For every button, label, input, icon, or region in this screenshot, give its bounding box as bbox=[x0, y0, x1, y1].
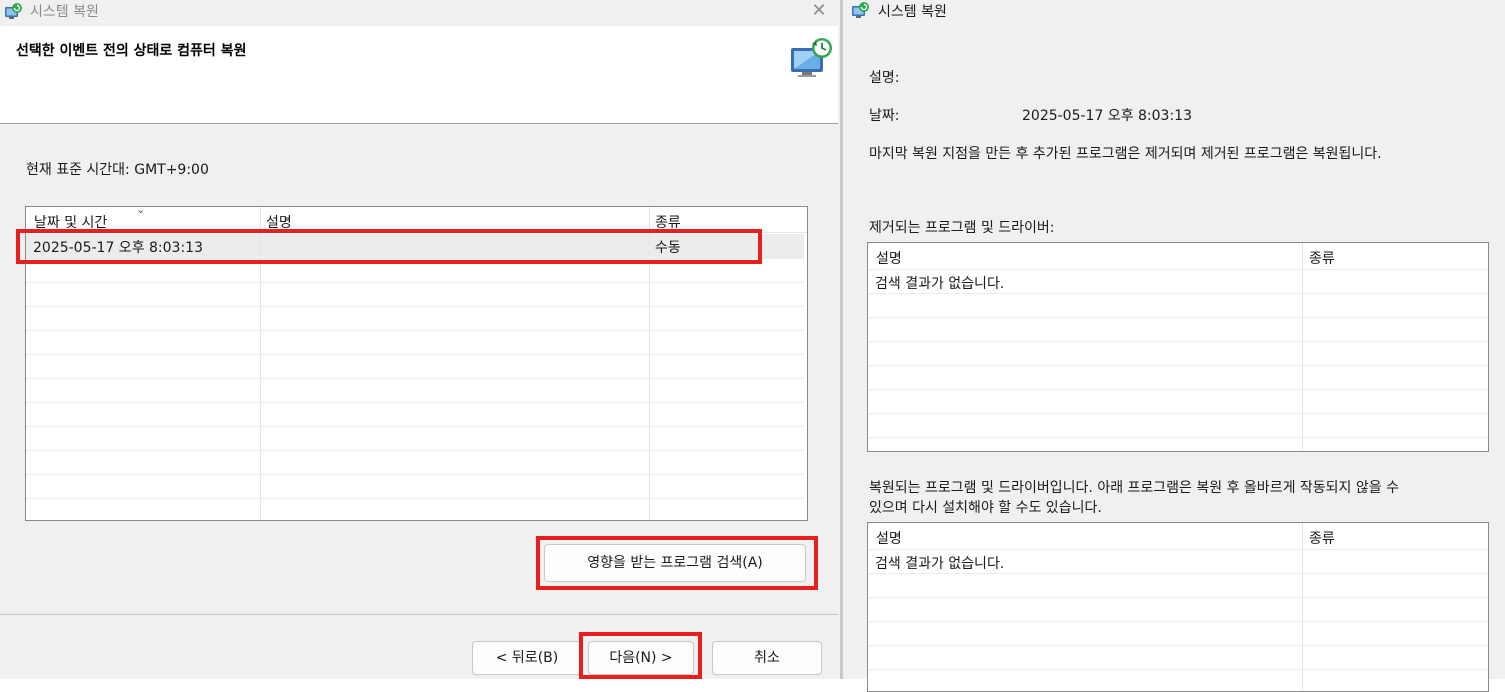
sort-arrow-icon: ⌄ bbox=[136, 206, 146, 216]
column-header-description[interactable]: 설명 bbox=[266, 212, 292, 232]
affected-programs-window: 시스템 복원 설명: 날짜: 2025-05-17 오후 8:03:13 마지막… bbox=[843, 0, 1505, 692]
row-divider bbox=[26, 378, 804, 379]
row-divider bbox=[868, 669, 1488, 670]
table-row[interactable]: 2025-05-17 오후 8:03:13 수동 bbox=[26, 234, 804, 258]
restored-programs-list[interactable]: 설명 종류 검색 결과가 없습니다. bbox=[867, 522, 1489, 692]
system-restore-icon bbox=[852, 2, 869, 18]
row-date: 2025-05-17 오후 8:03:13 bbox=[33, 240, 203, 256]
back-button[interactable]: < 뒤로(B) bbox=[472, 641, 582, 675]
window-title: 시스템 복원 bbox=[30, 4, 99, 20]
window-title: 시스템 복원 bbox=[878, 4, 947, 20]
row-divider bbox=[26, 402, 804, 403]
row-divider bbox=[868, 341, 1488, 342]
date-label: 날짜: bbox=[869, 108, 900, 124]
empty-result-text: 검색 결과가 없습니다. bbox=[875, 276, 1005, 292]
list-header: 날짜 및 시간 ⌄ 설명 종류 bbox=[26, 207, 807, 233]
footer-separator bbox=[0, 614, 838, 615]
close-button[interactable]: ✕ bbox=[810, 1, 828, 21]
column-header-type[interactable]: 종류 bbox=[1309, 248, 1335, 268]
monitor-restore-icon bbox=[791, 38, 832, 77]
page-title: 선택한 이벤트 전의 상태로 컴퓨터 복원 bbox=[16, 43, 247, 59]
timezone-label: 현재 표준 시간대: GMT+9:00 bbox=[26, 162, 209, 178]
date-value: 2025-05-17 오후 8:03:13 bbox=[1022, 108, 1192, 124]
restored-programs-label-line2: 있으며 다시 설치해야 할 수도 있습니다. bbox=[869, 500, 1102, 516]
next-button[interactable]: 다음(N) > bbox=[588, 641, 694, 675]
system-restore-wizard-window: 시스템 복원 ✕ 선택한 이벤트 전의 상태로 컴퓨터 복원 현재 표준 시간대… bbox=[0, 0, 840, 679]
row-divider bbox=[868, 389, 1488, 390]
row-divider bbox=[26, 498, 804, 499]
row-divider bbox=[868, 573, 1488, 574]
wizard-header: 선택한 이벤트 전의 상태로 컴퓨터 복원 bbox=[0, 26, 838, 124]
cancel-button[interactable]: 취소 bbox=[712, 641, 822, 675]
row-divider bbox=[26, 450, 804, 451]
removed-programs-list[interactable]: 설명 종류 검색 결과가 없습니다. bbox=[867, 242, 1489, 452]
row-divider bbox=[868, 597, 1488, 598]
row-divider bbox=[868, 269, 1488, 270]
row-divider bbox=[868, 549, 1488, 550]
row-divider bbox=[868, 317, 1488, 318]
row-type: 수동 bbox=[655, 240, 681, 256]
column-divider bbox=[1302, 243, 1303, 451]
restored-programs-label-line1: 복원되는 프로그램 및 드라이버입니다. 아래 프로그램은 복원 후 올바르게 … bbox=[869, 480, 1399, 496]
column-header-description[interactable]: 설명 bbox=[876, 248, 902, 268]
row-divider bbox=[26, 306, 804, 307]
row-divider bbox=[868, 293, 1488, 294]
restore-point-list[interactable]: 날짜 및 시간 ⌄ 설명 종류 2025-05-17 오후 8:03:13 수동 bbox=[25, 206, 808, 521]
row-divider bbox=[868, 621, 1488, 622]
row-divider bbox=[26, 258, 804, 259]
system-restore-icon bbox=[5, 3, 22, 19]
row-divider bbox=[26, 426, 804, 427]
row-divider bbox=[26, 354, 804, 355]
row-divider bbox=[26, 330, 804, 331]
description-label: 설명: bbox=[869, 70, 900, 86]
row-divider bbox=[26, 474, 804, 475]
removed-programs-label: 제거되는 프로그램 및 드라이버: bbox=[869, 220, 1055, 236]
column-header-date[interactable]: 날짜 및 시간 bbox=[34, 212, 107, 232]
column-header-type[interactable]: 종류 bbox=[1309, 528, 1335, 548]
summary-text: 마지막 복원 지점을 만든 후 추가된 프로그램은 제거되며 제거된 프로그램은… bbox=[869, 146, 1382, 162]
row-divider bbox=[868, 365, 1488, 366]
title-bar: 시스템 복원 ✕ bbox=[0, 0, 840, 26]
scan-affected-programs-button[interactable]: 영향을 받는 프로그램 검색(A) bbox=[544, 544, 806, 582]
column-header-type[interactable]: 종류 bbox=[655, 212, 681, 232]
row-divider bbox=[868, 645, 1488, 646]
empty-result-text: 검색 결과가 없습니다. bbox=[875, 556, 1005, 572]
row-divider bbox=[26, 282, 804, 283]
row-divider bbox=[868, 437, 1488, 438]
row-divider bbox=[868, 413, 1488, 414]
column-header-description[interactable]: 설명 bbox=[876, 528, 902, 548]
